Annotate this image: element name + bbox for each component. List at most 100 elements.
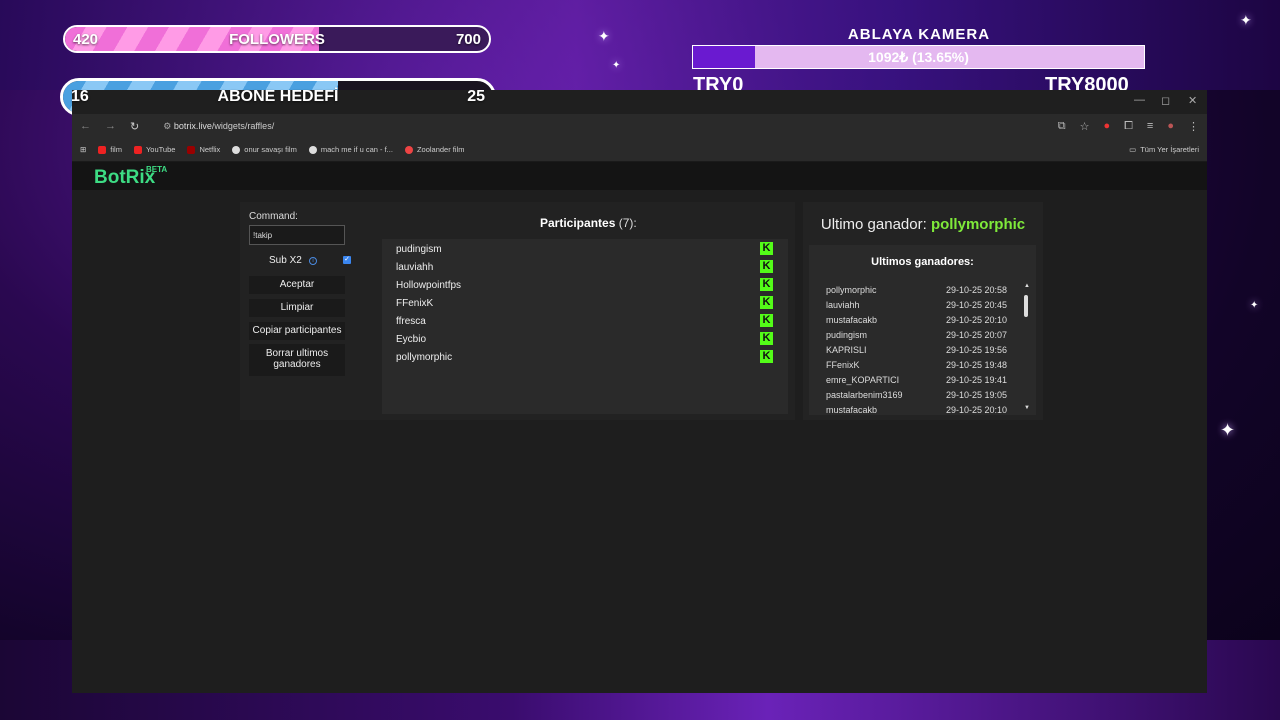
- bookmark-onur[interactable]: onur savaşı film: [232, 145, 297, 154]
- url-path: /widgets/raffles/: [211, 120, 275, 131]
- scroll-up-icon[interactable]: ▲: [1024, 283, 1030, 289]
- minimize-icon[interactable]: —: [1134, 94, 1145, 106]
- last-winner-line: Ultimo ganador: pollymorphic: [820, 216, 1026, 233]
- extensions-icon[interactable]: ⧠: [1124, 120, 1133, 133]
- profile-avatar[interactable]: ●: [1167, 120, 1174, 132]
- winner-row-name: pastalarbenim3169: [826, 390, 903, 400]
- winners-list: Ultimos ganadores: pollymorphic 29-10-25 …: [809, 245, 1036, 415]
- winner-row-date: 29-10-25 19:48: [946, 360, 1008, 370]
- winner-row-date: 29-10-25 20:58: [946, 285, 1008, 295]
- kamera-goal-amount: 1092₺ (13.65%): [868, 49, 969, 65]
- botrix-page: BotRix BETA Command: Sub X2 i ✓ Aceptar …: [72, 162, 1207, 693]
- scrollbar-thumb[interactable]: [1024, 295, 1028, 317]
- info-icon[interactable]: i: [309, 257, 317, 265]
- sparkle-icon: ✦: [612, 60, 621, 71]
- extension-record-icon[interactable]: ●: [1103, 120, 1110, 132]
- winner-row-date: 29-10-25 19:56: [946, 345, 1008, 355]
- winner-row: FFenixK 29-10-25 19:48: [826, 360, 1016, 370]
- sparkle-icon: ✦: [598, 28, 610, 44]
- url-host: botrix.live: [173, 120, 212, 131]
- bookmark-zoolander[interactable]: Zoolander film: [404, 145, 464, 154]
- kick-icon: K: [760, 242, 773, 255]
- maximize-icon[interactable]: ◻: [1161, 94, 1170, 107]
- bookmark-film[interactable]: film: [98, 145, 122, 154]
- winner-row-name: mustafacakb: [826, 315, 878, 325]
- winner-row: mustafacakb 29-10-25 20:10: [826, 405, 1016, 415]
- address-bar[interactable]: ⚙ botrix.live/widgets/raffles/: [163, 121, 274, 132]
- borrar-ganadores-button[interactable]: Borrar ultimos ganadores: [249, 344, 345, 376]
- kick-icon: K: [760, 350, 773, 363]
- kamera-goal-start: TRY0: [693, 74, 744, 90]
- kick-icon: K: [760, 260, 773, 273]
- translate-icon[interactable]: ⧉: [1058, 120, 1066, 133]
- sparkle-icon: ✦: [1240, 12, 1252, 28]
- winner-row: lauviahh 29-10-25 20:45: [826, 300, 1016, 310]
- winner-row: pollymorphic 29-10-25 20:58: [826, 285, 1016, 295]
- winner-row-name: KAPRISLI: [826, 345, 867, 355]
- kick-icon: K: [760, 332, 773, 345]
- youtube-icon: [98, 145, 107, 154]
- participant-name: FFenixK: [396, 298, 434, 309]
- participants-count: (7):: [618, 216, 637, 230]
- winner-row: KAPRISLI 29-10-25 19:56: [826, 345, 1016, 355]
- winner-row-date: 29-10-25 20:45: [946, 300, 1008, 310]
- winner-row: pastalarbenim3169 29-10-25 19:05: [826, 390, 1016, 400]
- winner-row-date: 29-10-25 20:07: [946, 330, 1008, 340]
- winner-row-name: emre_KOPARTICI: [826, 375, 900, 385]
- browser-toolbar: ← → ↻ ⚙ botrix.live/widgets/raffles/ ⧉ ☆…: [72, 114, 1207, 138]
- winner-row-name: mustafacakb: [826, 405, 878, 415]
- raffle-panel: Command: Sub X2 i ✓ Aceptar Limpiar Copi…: [240, 202, 795, 420]
- followers-target: 700: [455, 30, 481, 48]
- forward-icon[interactable]: →: [105, 120, 116, 132]
- last-winner-name: pollymorphic: [930, 216, 1026, 233]
- kick-icon: K: [760, 278, 773, 291]
- back-icon[interactable]: ←: [80, 120, 91, 132]
- participant-name: pudingism: [396, 244, 442, 255]
- all-bookmarks[interactable]: ▭ Tüm Yer İşaretleri: [1129, 145, 1199, 154]
- bookmark-star-icon[interactable]: ☆: [1080, 120, 1090, 133]
- winner-row-name: FFenixK: [826, 360, 860, 370]
- command-input[interactable]: [249, 225, 345, 245]
- winner-row-name: pollymorphic: [826, 285, 877, 295]
- abone-label: ABONE HEDEFİ: [217, 88, 339, 105]
- bookmark-youtube[interactable]: YouTube: [133, 145, 175, 154]
- kamera-goal-bar: 1092₺ (13.65%): [692, 45, 1145, 69]
- copiar-participantes-button[interactable]: Copiar participantes: [249, 322, 345, 340]
- bookmark-mach[interactable]: mach me if u can - f...: [308, 145, 393, 154]
- limpiar-button[interactable]: Limpiar: [249, 299, 345, 317]
- folder-icon: ▭: [1129, 145, 1137, 154]
- command-label: Command:: [249, 211, 298, 222]
- participant-name: Eycbio: [396, 334, 427, 345]
- abone-target: 25: [467, 88, 485, 105]
- participant-name: pollymorphic: [396, 352, 453, 363]
- winner-row: mustafacakb 29-10-25 20:10: [826, 315, 1016, 325]
- participants-title: Participantes (7):: [540, 216, 637, 230]
- apps-icon[interactable]: ⊞: [80, 145, 86, 154]
- winners-title: Ultimos ganadores:: [871, 256, 974, 268]
- sparkle-icon: ✦: [1220, 420, 1236, 440]
- winner-panel: Ultimo ganador: pollymorphic Ultimos gan…: [803, 202, 1043, 420]
- kamera-goal-title: ABLAYA KAMERA: [847, 26, 991, 43]
- close-icon[interactable]: ✕: [1188, 94, 1197, 107]
- browser-window: — ◻ ✕ ← → ↻ ⚙ botrix.live/widgets/raffle…: [72, 90, 1207, 693]
- winner-row-date: 29-10-25 19:41: [946, 375, 1008, 385]
- followers-goal-bar: 420 FOLLOWERS 700: [63, 25, 491, 53]
- media-icon[interactable]: ≡: [1147, 120, 1153, 132]
- beta-badge: BETA: [146, 165, 168, 174]
- winner-row: emre_KOPARTICI 29-10-25 19:41: [826, 375, 1016, 385]
- winner-row-date: 29-10-25 20:10: [946, 315, 1008, 325]
- menu-icon[interactable]: ⋮: [1188, 120, 1199, 133]
- followers-label: FOLLOWERS: [229, 30, 325, 48]
- bookmark-netflix[interactable]: Netflix: [187, 145, 220, 154]
- reload-icon[interactable]: ↻: [130, 120, 139, 133]
- google-icon: [232, 145, 241, 154]
- scroll-down-icon[interactable]: ▼: [1024, 405, 1030, 411]
- winner-row-date: 29-10-25 20:10: [946, 405, 1008, 415]
- youtube-icon: [133, 145, 142, 154]
- sub-x2-checkbox[interactable]: ✓: [343, 256, 351, 264]
- aceptar-button[interactable]: Aceptar: [249, 276, 345, 294]
- kamera-goal-end: TRY8000: [1045, 74, 1129, 90]
- site-info-icon[interactable]: ⚙: [163, 121, 171, 131]
- winner-row-name: lauviahh: [826, 300, 860, 310]
- participants-list: pudingism Klauviahh K Hollowpointfps K FFenix…: [382, 239, 788, 414]
